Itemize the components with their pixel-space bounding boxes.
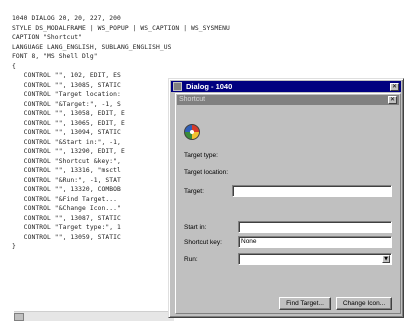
code-line: LANGUAGE LANG_ENGLISH, SUBLANG_ENGLISH_U… xyxy=(12,43,172,51)
code-line: STYLE DS_MODALFRAME | WS_POPUP | WS_CAPT… xyxy=(12,24,230,32)
target-location-label: Target location: xyxy=(184,169,229,176)
shortcut-key-label: Shortcut key: xyxy=(184,239,222,246)
dialog-designer-window[interactable]: Dialog - 1040 ✕ Shortcut ✕ Target type: … xyxy=(168,78,404,318)
close-icon[interactable]: ✕ xyxy=(388,96,397,104)
shortcut-key-field[interactable]: None xyxy=(238,236,392,248)
application-icon xyxy=(184,124,200,140)
shortcut-dialog-title: Shortcut xyxy=(179,96,206,103)
shortcut-dialog[interactable]: Shortcut ✕ Target type: Target location:… xyxy=(175,93,401,314)
chevron-down-icon[interactable]: ▼ xyxy=(382,255,390,263)
start-in-field[interactable] xyxy=(238,221,392,233)
find-target-button[interactable]: Find Target... xyxy=(279,297,331,310)
scrollbar-thumb[interactable] xyxy=(14,313,24,321)
horizontal-scrollbar[interactable] xyxy=(14,311,174,321)
code-line: CAPTION "Shortcut" xyxy=(12,34,83,41)
run-label: Run: xyxy=(184,256,198,263)
shortcut-dialog-titlebar: Shortcut ✕ xyxy=(177,95,399,105)
target-type-label: Target type: xyxy=(184,152,218,159)
target-field[interactable] xyxy=(232,185,392,197)
dialog-designer-title: Dialog - 1040 xyxy=(186,82,233,91)
close-icon[interactable]: ✕ xyxy=(390,83,399,91)
change-icon-button[interactable]: Change Icon... xyxy=(336,297,392,310)
dialog-designer-titlebar[interactable]: Dialog - 1040 ✕ xyxy=(171,81,401,92)
code-line: FONT 8, "MS Shell Dlg" xyxy=(12,53,98,60)
run-combobox[interactable]: ▼ xyxy=(238,253,392,265)
system-menu-icon[interactable] xyxy=(173,82,182,91)
code-line: { xyxy=(12,62,16,70)
target-label: Target: xyxy=(184,188,204,195)
code-line: 1040 DIALOG 20, 20, 227, 200 xyxy=(12,15,121,22)
start-in-label: Start in: xyxy=(184,224,207,231)
